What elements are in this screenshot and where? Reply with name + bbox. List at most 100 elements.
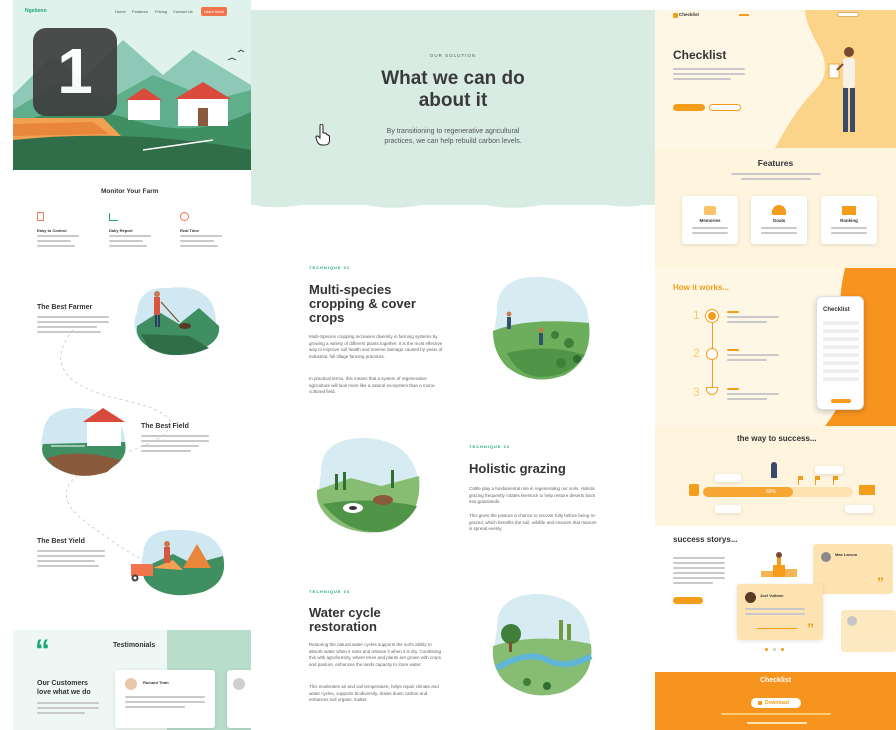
footer-links[interactable] (747, 722, 807, 727)
step-number-1: 1 (693, 308, 700, 322)
farmer-illustration (134, 287, 220, 356)
story-name: Joel Voltmer (760, 593, 784, 598)
download-button-label[interactable]: Download (765, 700, 789, 706)
avatar (745, 592, 756, 603)
quote-mark: “ (35, 634, 50, 667)
carousel-dot[interactable] (765, 648, 768, 651)
story-slider[interactable] (757, 628, 797, 629)
technique-01-title-line-2: cropping & cover (309, 296, 416, 311)
technique-02-label: TECHNIQUE 02 (469, 444, 511, 449)
feature-text-lines (180, 235, 222, 250)
field-illustration (41, 408, 126, 476)
best-field-text (141, 435, 209, 455)
feature-card-text (761, 227, 797, 237)
feature-card-label: Memories (699, 218, 721, 223)
carousel-dot[interactable] (781, 648, 784, 651)
check-icon (706, 348, 718, 360)
water-cycle-illustration (492, 594, 593, 696)
farm-nav-home[interactable]: Home (115, 9, 126, 14)
farm-landing-column: Ngeboon Home Features Pricing Contact Us… (13, 0, 251, 730)
technique-03-paragraph-2: This moderates air and soil temperature,… (309, 684, 439, 702)
best-field-title: The Best Field (141, 423, 189, 430)
solution-title-line-2: about it (418, 90, 488, 111)
feature-card-memories[interactable]: Memories (682, 196, 738, 244)
nav-underline[interactable] (739, 14, 749, 16)
progress-label: 60% (766, 489, 777, 495)
flag-icon (798, 476, 803, 485)
technique-02-paragraph-1: Cattle play a fundamental role in regene… (469, 486, 596, 504)
hero-primary-button[interactable] (673, 104, 705, 111)
clock-icon (180, 212, 189, 221)
story-card-front[interactable]: Joel Voltmer ” (737, 584, 823, 640)
story-text (745, 608, 805, 618)
milestone-card (715, 474, 741, 482)
checklist-column: Checklist Checklist Features Memories Go… (655, 0, 896, 730)
testimonial-card-partial[interactable] (227, 670, 251, 728)
story-quote-mark: ” (807, 620, 814, 636)
flag-icon (833, 476, 838, 485)
stories-title: success storys... (673, 535, 738, 544)
feature-card-ranking[interactable]: Ranking (821, 196, 877, 244)
farm-logo[interactable]: Ngeboon (25, 8, 47, 14)
technique-03-paragraph-1: Restoring the natural water cycles suppo… (309, 642, 441, 667)
best-farmer-title: The Best Farmer (37, 304, 93, 311)
testimonials-heading: Testimonials (113, 642, 156, 649)
best-farmer-text (37, 316, 109, 336)
feature-daily-report: Daily Report (109, 228, 133, 233)
plus-icon (706, 310, 718, 322)
solution-column: OUR SOLUTION What we can do about it By … (251, 0, 655, 730)
technique-03-title-line-2: restoration (309, 619, 377, 634)
wave-divider (251, 196, 655, 208)
testimonial-card[interactable]: Richard Tirah (115, 670, 215, 728)
best-yield-text (37, 550, 105, 570)
customers-text (37, 702, 99, 717)
feature-card-text (692, 227, 728, 237)
flag-icon (815, 476, 820, 485)
farm-nav-button[interactable]: Learn More (201, 7, 227, 16)
feature-card-goals[interactable]: Goals (751, 196, 807, 244)
features-title: Features (757, 158, 794, 168)
phone-button[interactable] (831, 399, 851, 403)
progress-start-icon (689, 484, 699, 496)
grazing-illustration (316, 438, 420, 533)
technique-02-paragraph-2: This gives the pasture a chance to recov… (469, 513, 597, 531)
technique-01-label: TECHNIQUE 01 (309, 265, 351, 270)
technique-01-paragraph-2: In practical terms, this means that a sy… (309, 376, 436, 394)
technique-01-title-line-1: Multi-species (309, 282, 392, 297)
story-card-right[interactable] (841, 610, 896, 652)
person-illustration (828, 47, 855, 132)
step-2-text (727, 349, 779, 364)
hand-cursor-icon (315, 124, 330, 146)
how-title: How it works... (673, 283, 730, 292)
step-number-2: 2 (693, 346, 700, 360)
features-subtitle (731, 173, 821, 183)
monitor-title: Monitor Your Farm (101, 188, 159, 195)
download-icon (758, 701, 762, 705)
step-number-3: 3 (693, 385, 700, 399)
stories-button[interactable] (673, 597, 703, 604)
stories-text (673, 557, 725, 587)
avatar (125, 678, 137, 690)
farm-nav-features[interactable]: Features (132, 9, 148, 14)
step-1-text (727, 311, 779, 326)
carousel-dot[interactable] (773, 648, 776, 651)
phone-list (823, 321, 859, 385)
story-name: Max Larson (835, 552, 858, 557)
hero-text (673, 68, 745, 83)
feature-real-time: Real Time (180, 228, 199, 233)
avatar (233, 678, 245, 690)
customers-line-2: love what we do (37, 689, 91, 696)
stories-illustration (761, 552, 797, 577)
progress-track (703, 487, 853, 497)
farm-nav-pricing[interactable]: Pricing (155, 9, 167, 14)
customers-line-1: Our Customers (37, 680, 88, 687)
chart-icon (109, 213, 118, 221)
footer-text (721, 713, 831, 718)
hero-secondary-button[interactable] (709, 104, 741, 111)
testimonials-section: “ Testimonials Our Customers love what w… (13, 630, 251, 730)
feature-card-label: Goals (772, 218, 786, 223)
checklist-logo[interactable]: Checklist (679, 12, 699, 17)
feature-card-text (831, 227, 867, 237)
farm-nav-contact[interactable]: Contact Us (173, 9, 193, 14)
search-box[interactable] (837, 12, 859, 17)
